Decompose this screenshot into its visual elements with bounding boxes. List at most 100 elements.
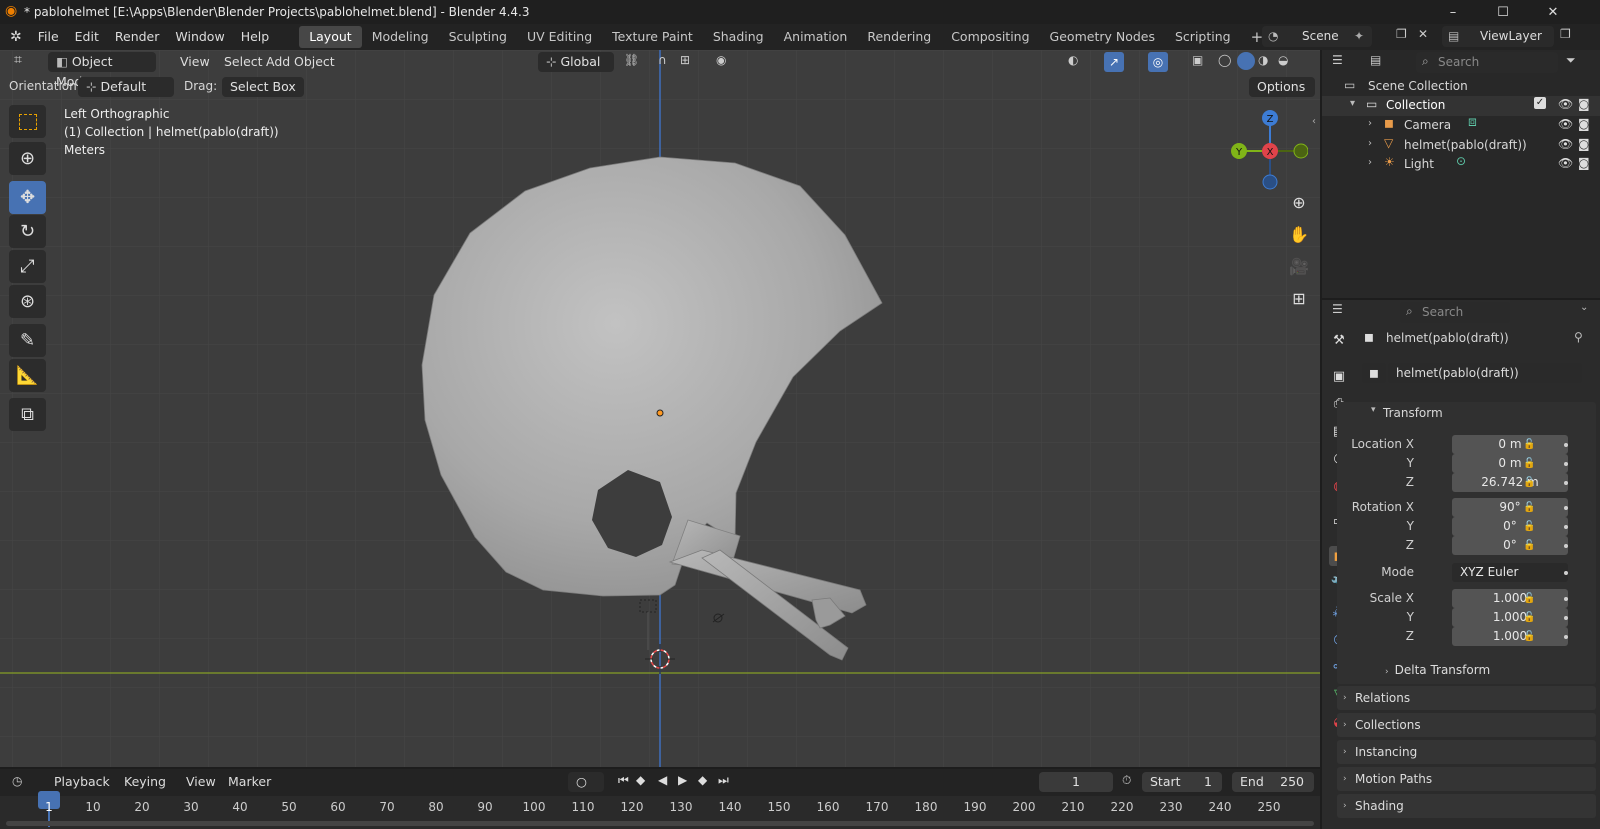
render-camera-icon[interactable]: ◙ (1578, 97, 1590, 111)
sidebar-toggle-icon[interactable]: ‹ (1312, 116, 1316, 127)
instancing-panel[interactable]: › Instancing (1337, 740, 1596, 764)
collection-expand-icon[interactable]: ▾ (1350, 98, 1355, 109)
tab-animation[interactable]: Animation (774, 26, 858, 48)
move-tool[interactable]: ✥ (9, 181, 46, 214)
collections-panel[interactable]: › Collections (1337, 713, 1596, 737)
exclude-checkbox[interactable]: ✓ (1534, 97, 1546, 109)
scale-tool[interactable]: ⤢ (9, 250, 46, 283)
delta-transform-subpanel[interactable]: › Delta Transform (1385, 663, 1490, 677)
transform-orientation-dropdown[interactable]: ⊹ Global (538, 52, 614, 72)
preview-range-icon[interactable]: ⏱ (1122, 773, 1131, 788)
cursor-tool[interactable]: ⊕ (9, 142, 46, 175)
render-camera-icon[interactable]: ◙ (1578, 117, 1590, 131)
viewport-menu-view[interactable]: View (174, 52, 216, 72)
tab-layout[interactable]: Layout (299, 26, 362, 48)
rotation-z-field[interactable]: 0° (1452, 536, 1568, 555)
rotation-y-field[interactable]: 0° (1452, 517, 1568, 536)
end-frame-field[interactable]: End 250 (1232, 772, 1314, 792)
render-tab-icon[interactable]: ▣ (1329, 366, 1349, 386)
maximize-button[interactable]: ☐ (1480, 0, 1526, 24)
navigation-gizmo[interactable]: Z Y X (1222, 110, 1308, 190)
keyframe-dot-icon[interactable] (1564, 481, 1568, 485)
keyframe-dot-icon[interactable] (1564, 616, 1568, 620)
outliner-item-light[interactable]: Light (1404, 157, 1434, 171)
minimize-button[interactable]: – (1430, 0, 1476, 24)
keyframe-dot-icon[interactable] (1564, 597, 1568, 601)
jump-start-icon[interactable]: ⏮ (618, 773, 629, 788)
display-mode-icon[interactable]: ▤ (1370, 53, 1381, 67)
ortho-grid-icon[interactable]: ⊞ (1285, 284, 1313, 312)
render-camera-icon[interactable]: ◙ (1578, 137, 1590, 151)
keyframe-dot-icon[interactable] (1564, 462, 1568, 466)
gizmo-toggle-icon[interactable]: ↗ (1104, 52, 1124, 72)
viewport-canvas[interactable] (0, 50, 1320, 767)
proportional-edit-icon[interactable]: ◉ (716, 53, 726, 67)
blender-menu-icon[interactable]: ✲ (10, 29, 22, 45)
menu-file[interactable]: File (30, 26, 67, 48)
viewport-menu-object[interactable]: Object (288, 52, 341, 72)
visibility-eye-icon[interactable]: 👁 (1558, 117, 1573, 131)
scene-collection-label[interactable]: Scene Collection (1368, 79, 1468, 93)
tab-scripting[interactable]: Scripting (1165, 26, 1241, 48)
start-frame-field[interactable]: Start 1 (1142, 772, 1222, 792)
scale-y-field[interactable]: 1.000 (1452, 608, 1568, 627)
filter-icon[interactable]: ⏷ (1566, 53, 1576, 68)
new-scene-icon[interactable]: ❐ (1396, 27, 1407, 41)
keyframe-dot-icon[interactable] (1564, 571, 1568, 575)
menu-window[interactable]: Window (167, 26, 232, 48)
keyframe-dot-icon[interactable] (1564, 506, 1568, 510)
lock-icon[interactable]: 🔓 (1523, 631, 1535, 642)
location-y-field[interactable]: 0 m (1452, 454, 1568, 473)
outliner-item-helmet[interactable]: helmet(pablo(draft)) (1404, 138, 1527, 152)
visibility-eye-icon[interactable]: 👁 (1558, 156, 1573, 170)
tab-rendering[interactable]: Rendering (857, 26, 941, 48)
add-cube-tool[interactable]: ⧉ (9, 398, 46, 431)
keyframe-dot-icon[interactable] (1564, 525, 1568, 529)
lock-icon[interactable]: 🔓 (1523, 540, 1535, 551)
transform-header[interactable]: Transform (1383, 406, 1443, 420)
camera-expand-icon[interactable]: › (1368, 118, 1372, 129)
measure-tool[interactable]: 📐 (9, 359, 46, 392)
3d-viewport[interactable]: ⌗ ◧ Object Mode View Select Add Object ⊹ G… (0, 50, 1320, 767)
pan-hand-icon[interactable]: ✋ (1285, 220, 1313, 248)
outliner-item-camera[interactable]: Camera (1404, 118, 1451, 132)
tab-texture-paint[interactable]: Texture Paint (602, 26, 703, 48)
rotation-mode-dropdown[interactable]: XYZ Euler (1452, 563, 1568, 582)
xray-icon[interactable]: ▣ (1192, 53, 1203, 67)
next-keyframe-icon[interactable]: ◆ (698, 773, 707, 787)
snap-icon[interactable]: ∩ (658, 53, 667, 67)
new-view-layer-icon[interactable]: ❐ (1560, 27, 1571, 41)
zoom-icon[interactable]: ⊕ (1285, 188, 1313, 216)
play-icon[interactable]: ▶ (678, 773, 687, 787)
timeline-scrollbar[interactable] (6, 821, 1314, 826)
timeline-menu-playback[interactable]: Playback (48, 772, 116, 792)
timeline-menu-view[interactable]: View (180, 772, 222, 792)
view-layer-selector[interactable]: ▤ ViewLayer (1442, 26, 1554, 47)
auto-keying-toggle[interactable]: ○ (568, 772, 604, 792)
tab-compositing[interactable]: Compositing (941, 26, 1039, 48)
material-shading-icon[interactable]: ◑ (1258, 53, 1268, 67)
helmet-expand-icon[interactable]: › (1368, 138, 1372, 149)
lock-icon[interactable]: 🔓 (1523, 502, 1535, 513)
object-name-field[interactable]: helmet(pablo(draft)) (1388, 363, 1582, 383)
pin-icon[interactable]: ✦ (1354, 26, 1364, 47)
rendered-shading-icon[interactable]: ◒ (1278, 53, 1288, 67)
visibility-eye-icon[interactable]: 👁 (1558, 137, 1573, 151)
properties-editor-icon[interactable]: ☰ (1332, 302, 1343, 316)
location-z-field[interactable]: 26.742 m (1452, 473, 1568, 492)
tool-tab-icon[interactable]: ⚒ (1329, 330, 1349, 350)
location-x-field[interactable]: 0 m (1452, 435, 1568, 454)
solid-shading-icon[interactable] (1237, 52, 1255, 70)
scale-z-field[interactable]: 1.000 (1452, 627, 1568, 646)
transform-collapse-icon[interactable]: ▾ (1371, 405, 1376, 415)
wireframe-shading-icon[interactable]: ◯ (1218, 53, 1231, 67)
keyframe-dot-icon[interactable] (1564, 544, 1568, 548)
jump-end-icon[interactable]: ⏭ (718, 773, 729, 788)
tab-modeling[interactable]: Modeling (362, 26, 439, 48)
collection-label[interactable]: Collection (1386, 98, 1445, 112)
render-camera-icon[interactable]: ◙ (1578, 156, 1590, 170)
object-browse-icon[interactable]: ◼ (1362, 363, 1386, 383)
light-expand-icon[interactable]: › (1368, 157, 1372, 168)
keyframe-dot-icon[interactable] (1564, 443, 1568, 447)
lock-icon[interactable]: 🔓 (1523, 477, 1535, 488)
